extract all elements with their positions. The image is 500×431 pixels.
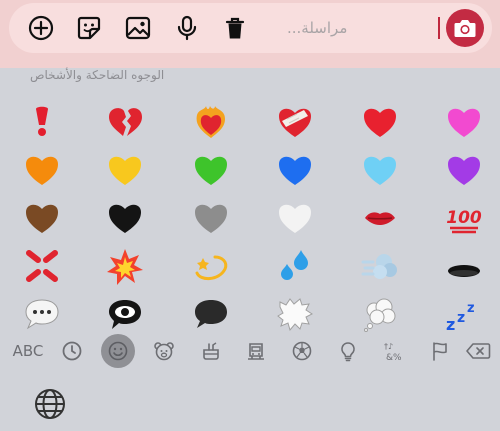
emoji-pink-heart[interactable]: [439, 98, 489, 146]
emoji-yellow-heart[interactable]: [100, 146, 150, 194]
emoji-anger-symbol[interactable]: [17, 242, 67, 290]
emoji-hole[interactable]: [439, 242, 489, 290]
emoji-blue-heart[interactable]: [270, 146, 320, 194]
emoji-sweat-droplets[interactable]: [270, 242, 320, 290]
activity-icon[interactable]: [286, 335, 318, 367]
emoji-grey-heart[interactable]: [186, 194, 236, 242]
emoji-eye-in-speech-bubble[interactable]: [100, 290, 150, 338]
emoji-thought-balloon[interactable]: [355, 290, 405, 338]
emoji-speech-balloon[interactable]: [17, 290, 67, 338]
text-caret: [438, 17, 440, 39]
emoji-category-bar: ABC †♪ &%: [0, 333, 500, 369]
objects-icon[interactable]: [332, 335, 364, 367]
message-input-bar: مراسلة...: [9, 3, 492, 53]
image-icon[interactable]: [122, 12, 154, 44]
delete-icon[interactable]: [462, 335, 494, 367]
emoji-black-heart[interactable]: [100, 194, 150, 242]
emoji-kiss-mark[interactable]: [355, 194, 405, 242]
emoji-orange-heart[interactable]: [17, 146, 67, 194]
animals-icon[interactable]: [148, 335, 180, 367]
emoji-white-heart[interactable]: [270, 194, 320, 242]
emoji-collision[interactable]: [100, 242, 150, 290]
emoji-category-title: الوجوه الضاحكة والأشخاص: [30, 68, 165, 82]
emoji-heart-on-fire[interactable]: [186, 98, 236, 146]
emoji-light-blue-heart[interactable]: [355, 146, 405, 194]
svg-text:z: z: [446, 315, 455, 334]
emoji-brown-heart[interactable]: [17, 194, 67, 242]
smileys-icon[interactable]: [101, 334, 135, 368]
emoji-exclamation-heart[interactable]: [17, 98, 67, 146]
emoji-grid: 100 zzz: [0, 92, 500, 334]
svg-text:†♪: †♪: [384, 342, 393, 351]
emoji-red-heart[interactable]: [355, 98, 405, 146]
flags-icon[interactable]: [424, 335, 456, 367]
emoji-purple-heart[interactable]: [439, 146, 489, 194]
globe-key[interactable]: [31, 385, 69, 423]
composer-area: مراسلة...: [0, 0, 500, 68]
emoji-dizzy[interactable]: [186, 242, 236, 290]
travel-icon[interactable]: [240, 335, 272, 367]
svg-text:z: z: [457, 310, 465, 326]
camera-button[interactable]: [446, 9, 484, 47]
emoji-hundred-points[interactable]: 100: [439, 194, 489, 242]
emoji-left-speech-bubble[interactable]: [186, 290, 236, 338]
message-placeholder: مراسلة...: [287, 19, 348, 37]
symbols-icon[interactable]: †♪ &%: [378, 335, 410, 367]
emoji-mending-heart[interactable]: [270, 98, 320, 146]
message-input[interactable]: مراسلة...: [287, 13, 440, 43]
emoji-zzz[interactable]: zzz: [439, 290, 489, 338]
recent-icon[interactable]: [56, 335, 88, 367]
abc-key[interactable]: ABC: [8, 335, 48, 367]
emoji-broken-heart[interactable]: [100, 98, 150, 146]
globe-icon: [35, 389, 65, 419]
emoji-anger-bubble[interactable]: [270, 290, 320, 338]
emoji-dashing-away[interactable]: [355, 242, 405, 290]
svg-text:&%: &%: [386, 353, 402, 362]
svg-text:z: z: [467, 301, 475, 316]
svg-text:100: 100: [446, 208, 482, 228]
camera-icon: [454, 20, 476, 37]
trash-icon[interactable]: [219, 12, 251, 44]
sticker-icon[interactable]: [73, 12, 105, 44]
microphone-icon[interactable]: [171, 12, 203, 44]
emoji-green-heart[interactable]: [186, 146, 236, 194]
plus-circle-icon[interactable]: [25, 12, 57, 44]
food-icon[interactable]: [195, 335, 227, 367]
